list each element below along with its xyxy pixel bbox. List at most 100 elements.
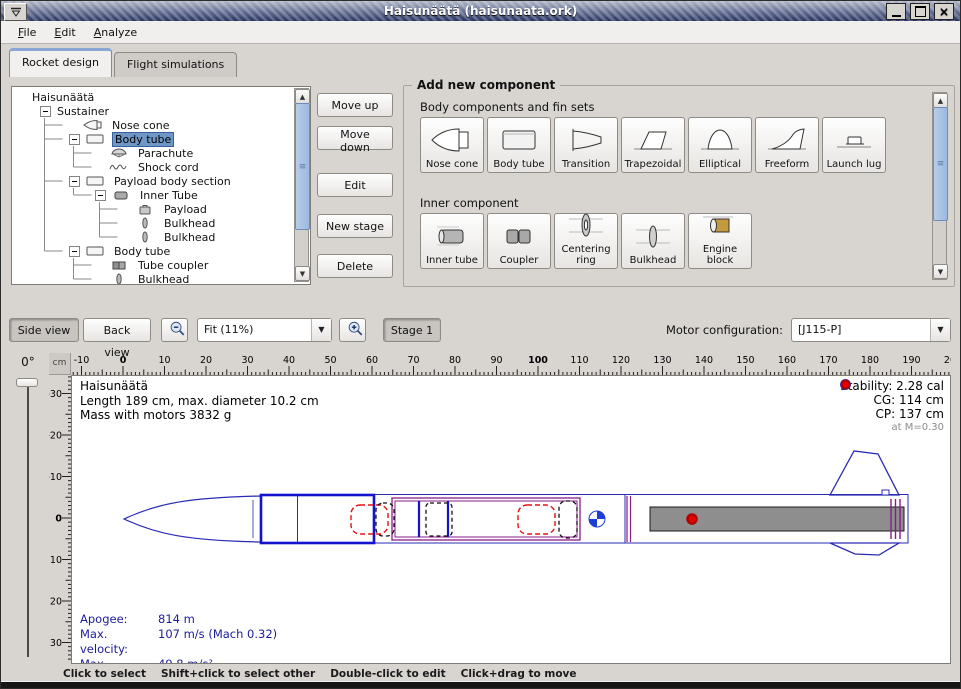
expander-minus-icon[interactable] [69, 246, 80, 257]
svg-text:-10: -10 [49, 472, 62, 483]
expander-minus-icon[interactable] [69, 176, 80, 187]
add-inner-tube-button[interactable]: Inner tube [420, 213, 484, 269]
move-up-button[interactable]: Move up [317, 93, 393, 117]
menu-file[interactable]: File [9, 23, 45, 42]
add-trapezoidal-button[interactable]: Trapezoidal [621, 117, 685, 173]
tree-item-haisun-t[interactable]: Haisunäätä [30, 90, 96, 104]
body-tube-icon [84, 245, 108, 257]
component-tree[interactable]: HaisunäätäSustainerNose coneBody tubePar… [11, 86, 311, 285]
expander-minus-icon[interactable] [40, 106, 51, 117]
menu-analyze[interactable]: Analyze [85, 23, 146, 42]
side-view-button[interactable]: Side view [9, 318, 79, 342]
svg-text:120: 120 [612, 355, 630, 366]
window-bottom-frame [1, 681, 960, 688]
rotation-slider[interactable] [27, 379, 29, 657]
nose-cone[interactable] [124, 496, 261, 542]
expander-minus-icon[interactable] [69, 134, 80, 145]
add-launch-lug-button[interactable]: Launch lug [822, 117, 886, 173]
hint-double-click-to-edit: Double-click to edit [330, 668, 445, 680]
add-body-tube-button[interactable]: Body tube [487, 117, 551, 173]
new-stage-button[interactable]: New stage [317, 214, 393, 238]
add-coupler-button[interactable]: Coupler [487, 213, 551, 269]
flight-value: 814 m [158, 612, 277, 627]
scroll-down-icon[interactable]: ▼ [933, 264, 948, 279]
tree-item-body-tube[interactable]: Body tube [69, 132, 174, 146]
add-component-title: Add new component [412, 78, 560, 92]
tree-item-payload[interactable]: Payload [121, 202, 209, 216]
cp-marker [688, 515, 697, 524]
flight-value: 49.8 m/s² [158, 657, 277, 664]
component-scrollbar[interactable]: ▲ ▼ ≡ [932, 92, 947, 280]
tab-flight-simulations[interactable]: Flight simulations [114, 52, 237, 77]
tree-item-shock-cord[interactable]: Shock cord [95, 160, 201, 174]
rotation-slider-handle[interactable] [16, 378, 38, 387]
add-engine-block-button[interactable]: Engine block [688, 213, 752, 269]
tree-item-sustainer[interactable]: Sustainer [40, 104, 111, 118]
back-view-button[interactable]: Back view [83, 318, 151, 342]
add-freeform-button[interactable]: Freeform [755, 117, 819, 173]
component-button-label: Bulkhead [630, 255, 677, 266]
coupler-icon [108, 259, 132, 271]
delete-button[interactable]: Delete [317, 254, 393, 278]
inner-tube-icon [110, 189, 134, 201]
zoom-in-icon[interactable] [339, 318, 366, 342]
scroll-down-icon[interactable]: ▼ [295, 266, 310, 281]
innertube-icon [429, 221, 475, 255]
flight-label: Apogee: [80, 612, 158, 627]
motor-configuration-value: [J115-P] [798, 323, 841, 336]
payload-body-section[interactable] [374, 495, 625, 544]
stage-toggle-button[interactable]: Stage 1 [383, 318, 441, 342]
menu-edit[interactable]: Edit [45, 23, 84, 42]
tree-item-label: Tube coupler [136, 259, 210, 272]
scrollbar-thumb[interactable]: ≡ [933, 107, 948, 221]
scroll-up-icon[interactable]: ▲ [933, 93, 948, 108]
motor-configuration-select[interactable]: [J115-P] ▼ [791, 318, 951, 342]
fin-bottom[interactable] [830, 543, 899, 555]
flight-summary: Apogee:814 mMax. velocity:107 m/s (Mach … [80, 612, 277, 664]
add-centering-ring-button[interactable]: Centering ring [554, 213, 618, 269]
scrollbar-thumb[interactable]: ≡ [295, 103, 310, 230]
tree-item-inner-tube[interactable]: Inner Tube [95, 188, 200, 202]
tab-rocket-design[interactable]: Rocket design [9, 48, 112, 77]
add-transition-button[interactable]: Transition [554, 117, 618, 173]
minimize-button[interactable] [886, 3, 906, 20]
tree-item-payload-body-section[interactable]: Payload body section [69, 174, 233, 188]
titlebar[interactable]: Haisunäätä (haisunaata.ork) ✕ [1, 1, 960, 21]
add-nose-cone-button[interactable]: Nose cone [420, 117, 484, 173]
component-button-label: Freeform [765, 159, 810, 170]
scroll-up-icon[interactable]: ▲ [295, 89, 310, 104]
flight-value: 107 m/s (Mach 0.32) [158, 627, 277, 657]
bulkhead-icon [134, 231, 158, 243]
tree-item-parachute[interactable]: Parachute [95, 146, 195, 160]
expander-minus-icon[interactable] [95, 190, 106, 201]
rocket-canvas[interactable]: Haisunäätä Length 189 cm, max. diameter … [71, 375, 951, 664]
launch-lug[interactable] [882, 490, 889, 495]
tree-scrollbar[interactable]: ▲ ▼ ≡ [294, 88, 309, 282]
tree-item-label: Haisunäätä [30, 91, 96, 104]
svg-text:130: 130 [653, 355, 671, 366]
add-elliptical-button[interactable]: Elliptical [688, 117, 752, 173]
tree-item-nose-cone[interactable]: Nose cone [69, 118, 171, 132]
elliptical-icon [697, 125, 743, 159]
move-down-button[interactable]: Move down [317, 126, 393, 150]
tree-item-bulkhead[interactable]: Bulkhead [121, 230, 217, 244]
svg-text:-30: -30 [49, 389, 62, 400]
svg-text:-10: -10 [74, 355, 90, 366]
add-bulkhead-button[interactable]: Bulkhead [621, 213, 685, 269]
tree-item-tube-coupler[interactable]: Tube coupler [95, 258, 210, 272]
zoom-select[interactable]: Fit (11%) ▼ [197, 318, 332, 342]
zoom-out-icon[interactable] [161, 318, 188, 342]
body-tube-selected[interactable] [261, 495, 374, 543]
svg-text:30: 30 [50, 638, 62, 649]
tree-item-bulkhead[interactable]: Bulkhead [121, 216, 217, 230]
maximize-button[interactable] [910, 3, 930, 20]
tree-item-bulkhead[interactable]: Bulkhead [95, 272, 191, 285]
zoom-select-value: Fit (11%) [204, 323, 253, 336]
close-button[interactable]: ✕ [934, 3, 954, 20]
tree-item-label: Payload body section [112, 175, 233, 188]
tree-item-body-tube[interactable]: Body tube [69, 244, 172, 258]
fin-top[interactable] [830, 451, 899, 495]
edit-button[interactable]: Edit [317, 173, 393, 197]
rocket-mass: Mass with motors 3832 g [80, 408, 319, 423]
window-menu-icon[interactable] [4, 3, 27, 21]
